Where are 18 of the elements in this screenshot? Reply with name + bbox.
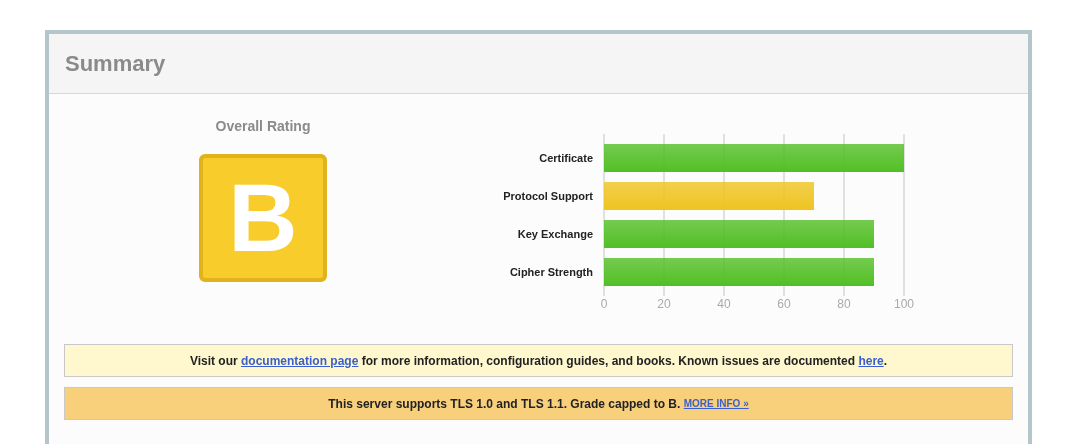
bar-label: Certificate [539,152,593,164]
tick-label: 0 [600,297,608,311]
notice-banner: This server supports TLS 1.0 and TLS 1.1. Grade capped to B. MORE INFO » [64,387,1013,420]
tick-label: 60 [777,297,791,311]
tick-label: 100 [894,297,914,311]
tick-label: 80 [837,297,851,311]
tick-label: 40 [717,297,731,311]
summary-title: Summary [65,50,166,78]
link[interactable]: here [858,351,884,370]
bar-label: Protocol Support [503,190,593,202]
tick-label: 20 [657,297,671,311]
grade-badge: B [199,154,327,282]
bar-label: Key Exchange [517,228,593,240]
more-info-link[interactable]: MORE INFO » [683,396,749,411]
notice-banner: Visit our documentation page for more information, configuration guides, and books. Known issues are documented here. [64,344,1013,377]
overall-rating-label: Overall Rating [215,117,311,136]
bar-label: Cipher Strength [509,266,593,278]
link[interactable]: documentation page [241,351,359,370]
